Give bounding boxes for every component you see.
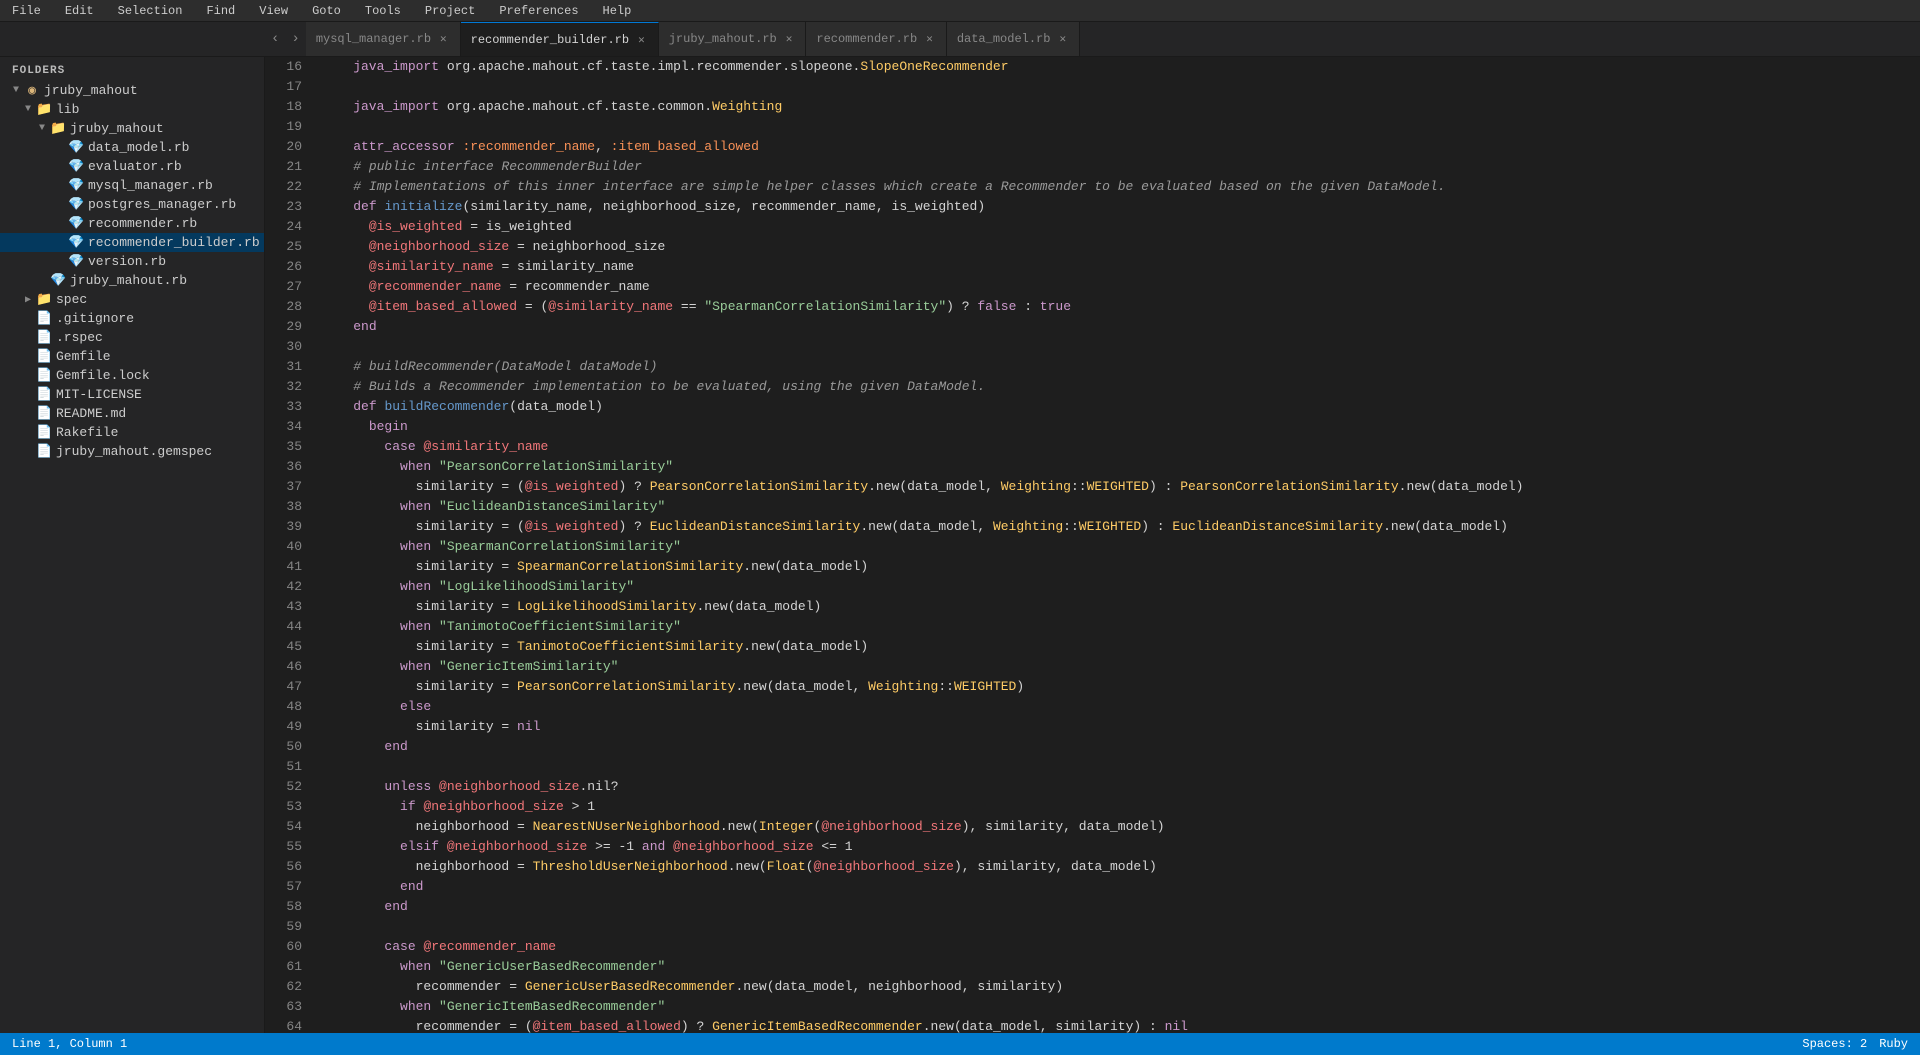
cursor-position: Line 1, Column 1 [12, 1037, 127, 1051]
sidebar-item-recommender[interactable]: 💎 recommender.rb [0, 214, 264, 233]
status-bar: Line 1, Column 1 Spaces: 2 Ruby [0, 1033, 1920, 1055]
main-content: FOLDERS ▼ ◉ jruby_mahout ▼ 📁 lib ▼ 📁 jru… [0, 57, 1920, 1033]
sidebar-item-root[interactable]: ▼ ◉ jruby_mahout [0, 81, 264, 100]
file-icon: 📄 [36, 425, 52, 440]
tab-recommender[interactable]: recommender.rb ✕ [806, 22, 946, 56]
arrow-icon: ▶ [20, 294, 36, 306]
tab-data-model[interactable]: data_model.rb ✕ [947, 22, 1080, 56]
sidebar-item-gemspec[interactable]: 📄 jruby_mahout.gemspec [0, 442, 264, 461]
arrow-icon: ▼ [20, 104, 36, 115]
sidebar-item-mit-license[interactable]: 📄 MIT-LICENSE [0, 385, 264, 404]
folder-icon: 📁 [36, 102, 52, 117]
ruby-file-icon: 💎 [68, 178, 84, 193]
sidebar-item-recommender-builder[interactable]: 💎 recommender_builder.rb [0, 233, 264, 252]
sidebar-item-evaluator[interactable]: 💎 evaluator.rb [0, 157, 264, 176]
file-icon: 📄 [36, 330, 52, 345]
ruby-file-icon: 💎 [68, 254, 84, 269]
menu-bar: File Edit Selection Find View Goto Tools… [0, 0, 1920, 22]
sidebar-item-lib[interactable]: ▼ 📁 lib [0, 100, 264, 119]
file-icon: 📄 [36, 349, 52, 364]
tab-mysql-manager[interactable]: mysql_manager.rb ✕ [306, 22, 461, 56]
line-numbers: 1617181920 2122232425 2627282930 3132333… [265, 57, 310, 1033]
close-tab-recommender[interactable]: ✕ [923, 31, 936, 47]
tab-nav-back[interactable]: ‹ [265, 22, 285, 56]
file-icon: 📄 [36, 311, 52, 326]
close-tab-mysql[interactable]: ✕ [437, 31, 450, 47]
menu-project[interactable]: Project [421, 2, 479, 20]
sidebar-item-rspec[interactable]: 📄 .rspec [0, 328, 264, 347]
spaces-indicator[interactable]: Spaces: 2 [1802, 1037, 1867, 1051]
ruby-file-icon: 💎 [68, 197, 84, 212]
menu-preferences[interactable]: Preferences [495, 2, 582, 20]
sidebar-item-jruby-mahout-rb[interactable]: 💎 jruby_mahout.rb [0, 271, 264, 290]
menu-file[interactable]: File [8, 2, 45, 20]
folder-icon: 📁 [36, 292, 52, 307]
status-left: Line 1, Column 1 [12, 1037, 127, 1051]
file-icon: 📄 [36, 387, 52, 402]
close-tab-jruby-mahout[interactable]: ✕ [783, 31, 796, 47]
file-icon: 📄 [36, 368, 52, 383]
folder-icon: ◉ [24, 83, 40, 98]
sidebar-item-mysql-manager[interactable]: 💎 mysql_manager.rb [0, 176, 264, 195]
menu-help[interactable]: Help [599, 2, 636, 20]
menu-tools[interactable]: Tools [361, 2, 405, 20]
file-icon: 📄 [36, 406, 52, 421]
arrow-icon: ▼ [34, 123, 50, 134]
sidebar-item-postgres-manager[interactable]: 💎 postgres_manager.rb [0, 195, 264, 214]
menu-find[interactable]: Find [202, 2, 239, 20]
menu-goto[interactable]: Goto [308, 2, 345, 20]
status-right: Spaces: 2 Ruby [1802, 1037, 1908, 1051]
sidebar-item-gitignore[interactable]: 📄 .gitignore [0, 309, 264, 328]
folder-icon: 📁 [50, 121, 66, 136]
language-indicator[interactable]: Ruby [1879, 1037, 1908, 1051]
tab-bar: ‹ › mysql_manager.rb ✕ recommender_build… [0, 22, 1920, 57]
ruby-file-icon: 💎 [68, 140, 84, 155]
sidebar-item-jruby-mahout-folder[interactable]: ▼ 📁 jruby_mahout [0, 119, 264, 138]
tab-recommender-builder[interactable]: recommender_builder.rb ✕ [461, 22, 659, 56]
code-content[interactable]: java_import org.apache.mahout.cf.taste.i… [310, 57, 1920, 1033]
close-tab-data-model[interactable]: ✕ [1056, 31, 1069, 47]
ruby-file-icon: 💎 [68, 216, 84, 231]
sidebar-item-version[interactable]: 💎 version.rb [0, 252, 264, 271]
sidebar: FOLDERS ▼ ◉ jruby_mahout ▼ 📁 lib ▼ 📁 jru… [0, 57, 265, 1033]
menu-selection[interactable]: Selection [114, 2, 187, 20]
ruby-file-icon: 💎 [68, 235, 84, 250]
sidebar-header: FOLDERS [0, 57, 264, 81]
menu-view[interactable]: View [255, 2, 292, 20]
sidebar-item-readme[interactable]: 📄 README.md [0, 404, 264, 423]
tab-nav-forward[interactable]: › [285, 22, 305, 56]
sidebar-item-rakefile[interactable]: 📄 Rakefile [0, 423, 264, 442]
sidebar-item-gemfile-lock[interactable]: 📄 Gemfile.lock [0, 366, 264, 385]
file-icon: 📄 [36, 444, 52, 459]
tab-jruby-mahout[interactable]: jruby_mahout.rb ✕ [659, 22, 807, 56]
menu-edit[interactable]: Edit [61, 2, 98, 20]
sidebar-item-gemfile[interactable]: 📄 Gemfile [0, 347, 264, 366]
ruby-file-icon: 💎 [68, 159, 84, 174]
code-editor[interactable]: 1617181920 2122232425 2627282930 3132333… [265, 57, 1920, 1033]
ruby-file-icon: 💎 [50, 273, 66, 288]
sidebar-item-data-model[interactable]: 💎 data_model.rb [0, 138, 264, 157]
close-tab-recommender-builder[interactable]: ✕ [635, 32, 648, 48]
sidebar-item-spec[interactable]: ▶ 📁 spec [0, 290, 264, 309]
arrow-icon: ▼ [8, 85, 24, 96]
